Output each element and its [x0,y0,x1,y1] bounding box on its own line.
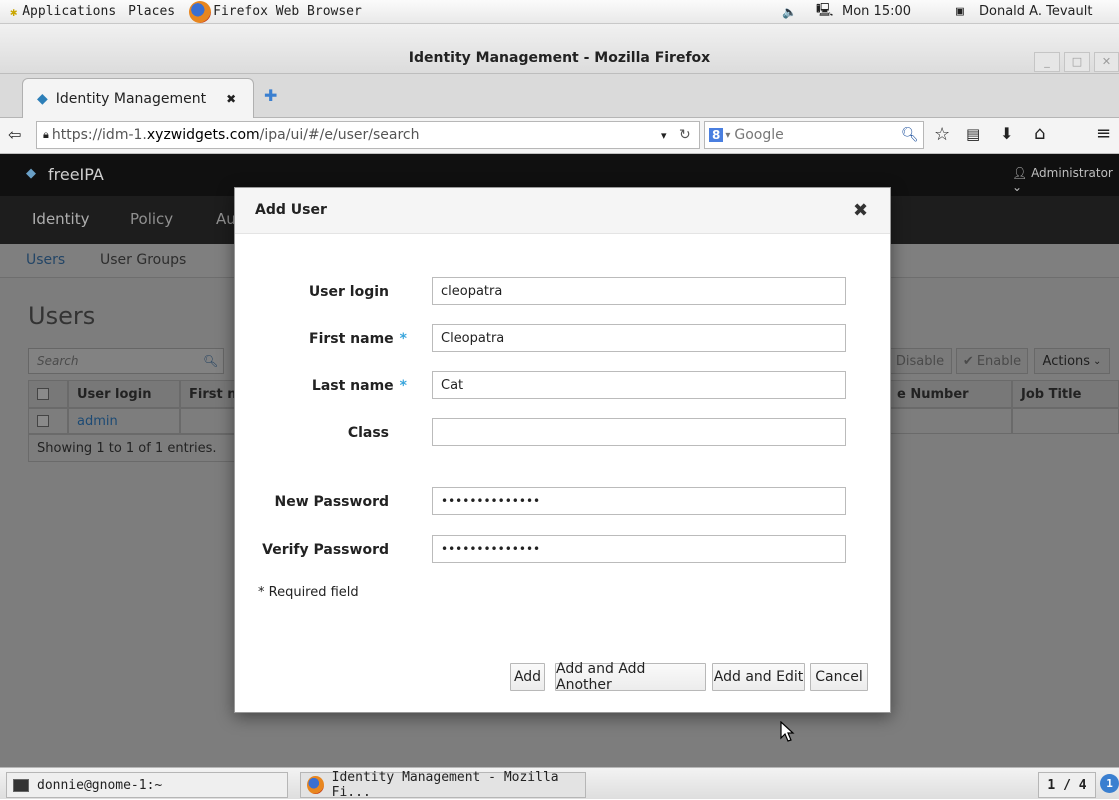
top-panel: ✱ Applications Places Firefox Web Browse… [0,0,1119,24]
close-tab-icon[interactable]: ✖ [226,92,236,106]
header-phone-number[interactable]: e Number [888,380,1012,408]
new-password-label: New Password [274,494,390,510]
check-icon: ✔ [962,353,974,369]
cancel-button[interactable]: Cancel [810,663,868,691]
taskbar: donnie@gnome-1:~ Identity Management - M… [0,767,1119,800]
firefox-icon [307,776,324,794]
enable-button[interactable]: ✔ Enable [956,348,1028,374]
terminal-icon [13,778,29,792]
taskbar-firefox[interactable]: Identity Management - Mozilla Fi... [300,770,586,800]
table-cell [1012,408,1119,434]
search-icon[interactable]: 🔍︎ [901,127,919,143]
verify-password-label: Verify Password [262,542,389,558]
clock[interactable]: Mon 15:00 [842,4,911,19]
close-icon[interactable]: ✖ [853,200,868,221]
actions-dropdown[interactable]: Actions ⌄ [1034,348,1110,374]
add-and-edit-button[interactable]: Add and Edit [712,663,805,691]
nav-authentication[interactable]: Au [216,210,236,228]
user-icon: 👤︎ [1012,166,1028,180]
row-checkbox[interactable] [37,415,49,427]
last-name-label: Last name * [311,378,407,394]
back-button[interactable]: ⇦ [8,125,21,144]
select-all-header [28,380,68,408]
row-checkbox-cell [28,408,68,434]
downloads-icon[interactable]: ⬇ [1000,124,1013,143]
url-bar[interactable]: 🔒︎ https://idm-1. xyzwidgets.com/ipa/ui/#… [36,121,700,149]
reload-icon[interactable]: ↻ [679,127,691,143]
last-name-field[interactable]: Cat [432,371,846,399]
brand: freeIPA [48,165,104,184]
add-user-dialog: Add User ✖ User login cleopatra First na… [234,187,891,713]
home-icon[interactable]: ⌂ [1034,123,1045,144]
subnav-user-groups[interactable]: User Groups [100,252,186,268]
search-icon[interactable]: 🔍︎ [203,354,218,368]
add-button[interactable]: Add [510,663,545,691]
freeipa-favicon: ◆ [37,90,48,107]
google-icon: 8 [709,128,724,142]
first-name-field[interactable]: Cleopatra [432,324,846,352]
navigation-bar: ⇦ 🔒︎ https://idm-1. xyzwidgets.com/ipa/ui… [0,118,1119,154]
table-cell [180,408,240,434]
tab-identity-management[interactable]: ◆ Identity Management ✖ [22,78,254,118]
required-marker: * [399,378,407,394]
lock-icon: 🔒︎ [43,128,49,141]
mouse-cursor-icon [780,721,795,742]
bookmark-star-icon[interactable]: ☆ [934,124,950,145]
minimize-button[interactable]: _ [1034,52,1060,72]
taskbar-terminal[interactable]: donnie@gnome-1:~ [6,772,288,798]
dialog-header: Add User ✖ [235,188,890,234]
user-menu[interactable]: Donald A. Tevault [979,4,1092,19]
verify-password-field[interactable]: •••••••••••••• [432,535,846,563]
class-label: Class [347,425,389,441]
user-login-label: User login [308,284,389,300]
subnav-users[interactable]: Users [26,252,65,268]
first-name-label: First name * [309,331,407,347]
nav-policy[interactable]: Policy [130,210,173,228]
close-window-button[interactable]: ✕ [1094,52,1119,72]
user-login-link[interactable]: admin [77,414,118,429]
table-footer: Showing 1 to 1 of 1 entries. [28,434,240,462]
disable-button[interactable]: Disable [888,348,952,374]
network-icon[interactable]: 🖳 [816,1,833,23]
required-field-note: * Required field [258,585,359,600]
table-row: admin [68,408,180,434]
applications-menu[interactable]: ✱ Applications [10,4,116,19]
chevron-down-icon: ⌄ [1093,355,1102,367]
admin-user-menu[interactable]: 👤︎ Administrator ⌄ [1012,166,1119,194]
search-bar[interactable]: 8 ▾ Google 🔍︎ [704,121,924,149]
nav-identity[interactable]: Identity [32,210,90,228]
window-title: Identity Management - Mozilla Firefox [408,50,711,66]
firefox-icon [189,0,212,23]
dropdown-history-icon[interactable]: ▾ [661,129,667,142]
tab-bar: ◆ Identity Management ✖ ✚ [0,74,1119,118]
header-first-name[interactable]: First n [180,380,240,408]
notification-icon[interactable]: 1 [1100,774,1119,793]
active-app-menu[interactable]: Firefox Web Browser [189,0,362,23]
add-and-add-another-button[interactable]: Add and Add Another [555,661,706,693]
table-cell [888,408,1012,434]
window-titlebar: Identity Management - Mozilla Firefox _ … [0,24,1119,74]
volume-icon[interactable]: 🔈 [782,5,797,19]
class-field[interactable] [432,418,846,446]
required-marker: * [399,331,407,347]
reading-list-icon[interactable]: ▤ [966,125,980,143]
maximize-button[interactable]: □ [1064,52,1090,72]
search-input[interactable]: Search 🔍︎ [28,348,224,374]
select-all-checkbox[interactable] [37,388,49,400]
gnome-foot-icon: ✱ [10,4,18,19]
menu-icon[interactable]: ≡ [1096,123,1111,144]
header-user-login[interactable]: User login [68,380,180,408]
new-tab-button[interactable]: ✚ [264,86,277,105]
user-login-field[interactable]: cleopatra [432,277,846,305]
header-job-title[interactable]: Job Title [1012,380,1119,408]
chevron-down-icon: ▾ [725,129,731,141]
page-title: Users [28,302,96,330]
dialog-title: Add User [255,202,327,218]
new-password-field[interactable]: •••••••••••••• [432,487,846,515]
freeipa-logo-icon: ◆ [26,166,36,181]
user-menu-icon: ▣ [956,4,964,19]
chevron-down-icon: ⌄ [1012,180,1023,194]
places-menu[interactable]: Places [128,4,175,19]
workspace-switcher[interactable]: 1 / 4 [1038,772,1096,798]
